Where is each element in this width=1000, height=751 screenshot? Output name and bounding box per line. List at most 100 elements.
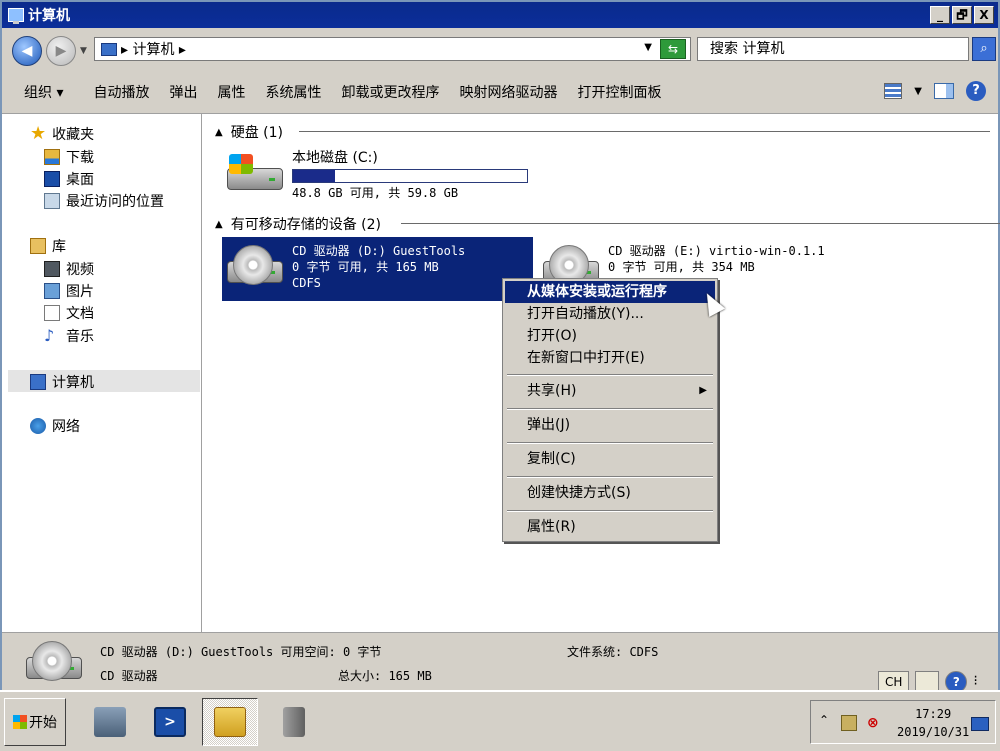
network-tray-icon[interactable] bbox=[841, 715, 857, 731]
nav-recent[interactable]: 最近访问的位置 bbox=[44, 191, 164, 211]
control-panel-button[interactable]: 打开控制面板 bbox=[567, 78, 671, 106]
nav-videos[interactable]: 视频 bbox=[44, 259, 94, 279]
uninstall-button[interactable]: 卸载或更改程序 bbox=[331, 78, 449, 106]
taskbar-server-manager[interactable] bbox=[82, 698, 138, 746]
cd-disc bbox=[32, 641, 72, 681]
music-note-icon: ♪ bbox=[44, 326, 55, 345]
drive-c[interactable]: 本地磁盘 (C:) 48.8 GB 可用, 共 59.8 GB bbox=[225, 150, 545, 204]
nav-label: 视频 bbox=[66, 262, 94, 278]
nav-label: 桌面 bbox=[66, 172, 94, 188]
autoplay-button[interactable]: 自动播放 bbox=[83, 78, 159, 106]
recent-places-icon bbox=[44, 193, 60, 209]
nav-label: 文档 bbox=[66, 306, 94, 322]
recent-pages-dropdown[interactable]: ▼ bbox=[80, 46, 87, 56]
volume-muted-icon[interactable]: ⊗ bbox=[867, 715, 883, 731]
nav-documents[interactable]: 文档 bbox=[44, 303, 94, 323]
document-icon bbox=[44, 305, 60, 321]
address-bar[interactable]: ▸ 计算机 ▸ ▼ ⇆ bbox=[94, 37, 691, 61]
menu-item-create-shortcut[interactable]: 创建快捷方式(S) bbox=[505, 482, 715, 504]
view-dropdown-icon[interactable]: ▼ bbox=[914, 86, 922, 97]
show-hidden-icons-icon[interactable]: ⌃ bbox=[819, 713, 829, 727]
nav-network[interactable]: 网络 bbox=[30, 416, 80, 436]
taskbar-program[interactable] bbox=[266, 698, 322, 746]
taskbar-powershell[interactable]: > bbox=[142, 698, 198, 746]
menu-item-open[interactable]: 打开(O) bbox=[505, 325, 715, 347]
nav-libraries[interactable]: 库 bbox=[30, 236, 66, 256]
details-filesystem: 文件系统: CDFS bbox=[567, 645, 659, 659]
eject-button[interactable]: 弹出 bbox=[159, 78, 207, 106]
nav-music[interactable]: ♪ 音乐 bbox=[44, 326, 94, 346]
help-icon[interactable]: ? bbox=[966, 81, 986, 101]
menu-item-share[interactable]: 共享(H) ▶ bbox=[505, 380, 715, 402]
nav-downloads[interactable]: 下载 bbox=[44, 147, 94, 167]
back-button[interactable]: ◀ bbox=[12, 36, 42, 66]
nav-desktop[interactable]: 桌面 bbox=[44, 169, 94, 189]
drive-name: CD 驱动器 (D:) GuestTools bbox=[292, 244, 466, 258]
cd-drive-icon bbox=[24, 639, 86, 687]
menu-separator bbox=[507, 510, 713, 512]
nav-pictures[interactable]: 图片 bbox=[44, 281, 94, 301]
group-header-hdd[interactable]: ▲ 硬盘 (1) bbox=[215, 122, 990, 142]
pictures-icon bbox=[44, 283, 60, 299]
menu-item-copy[interactable]: 复制(C) bbox=[505, 448, 715, 470]
nav-computer[interactable]: 计算机 bbox=[30, 372, 94, 392]
windows-flag-icon bbox=[13, 715, 27, 729]
forward-button[interactable]: ▶ bbox=[46, 36, 76, 66]
map-drive-button[interactable]: 映射网络驱动器 bbox=[449, 78, 567, 106]
details-pane: CD 驱动器 (D:) GuestTools 可用空间: 0 字节 CD 驱动器… bbox=[2, 632, 998, 693]
group-title: 有可移动存储的设备 (2) bbox=[230, 217, 381, 233]
hard-disk-icon bbox=[225, 150, 285, 198]
properties-button[interactable]: 属性 bbox=[207, 78, 255, 106]
close-button[interactable]: X bbox=[974, 6, 994, 24]
search-icon[interactable]: ⌕ bbox=[972, 37, 996, 61]
explorer-window: 计算机 _ 🗗 X ◀ ▶ ▼ ▸ 计算机 ▸ ▼ ⇆ 搜索 计算机 ⌕ 组织 … bbox=[0, 0, 1000, 693]
group-title: 硬盘 (1) bbox=[230, 125, 283, 141]
menu-item-properties[interactable]: 属性(R) bbox=[505, 516, 715, 538]
search-input[interactable]: 搜索 计算机 bbox=[697, 37, 969, 61]
minimize-button[interactable]: _ bbox=[930, 6, 950, 24]
address-dropdown-icon[interactable]: ▼ bbox=[644, 42, 652, 53]
nav-label: 音乐 bbox=[66, 329, 94, 345]
details-total-size: 总大小: 165 MB bbox=[338, 669, 432, 683]
start-label: 开始 bbox=[29, 715, 57, 731]
taskbar-explorer[interactable] bbox=[202, 698, 258, 746]
computer-icon bbox=[101, 42, 117, 56]
refresh-button[interactable]: ⇆ bbox=[660, 39, 686, 59]
nav-label: 网络 bbox=[52, 419, 80, 435]
title-bar[interactable]: 计算机 _ 🗗 X bbox=[2, 2, 998, 28]
group-header-removable[interactable]: ▲ 有可移动存储的设备 (2) bbox=[215, 214, 1000, 234]
collapse-icon: ▲ bbox=[215, 126, 223, 138]
clock[interactable]: 17:29 2019/10/31 bbox=[897, 705, 969, 741]
system-tray: ⌃ ⊗ 17:29 2019/10/31 bbox=[810, 700, 996, 744]
cd-drive-icon bbox=[225, 243, 285, 291]
drive-d-info: CD 驱动器 (D:) GuestTools 0 字节 可用, 共 165 MB… bbox=[292, 243, 465, 291]
group-divider bbox=[299, 131, 990, 132]
menu-item-install[interactable]: 从媒体安装或运行程序 bbox=[505, 281, 715, 303]
organize-button[interactable]: 组织 ▾ bbox=[14, 78, 73, 106]
back-arrow-icon: ◀ bbox=[21, 43, 33, 59]
context-menu: 从媒体安装或运行程序 打开自动播放(Y)... 打开(O) 在新窗口中打开(E)… bbox=[502, 278, 718, 542]
drive-filesystem: CDFS bbox=[292, 276, 321, 290]
show-desktop-icon[interactable] bbox=[971, 717, 989, 731]
details-type: CD 驱动器 bbox=[100, 669, 158, 683]
server-manager-icon bbox=[94, 707, 126, 737]
menu-item-autoplay[interactable]: 打开自动播放(Y)... bbox=[505, 303, 715, 325]
menu-item-open-new-window[interactable]: 在新窗口中打开(E) bbox=[505, 347, 715, 369]
preview-pane-icon[interactable] bbox=[934, 83, 954, 99]
nav-label: 下载 bbox=[66, 150, 94, 166]
drive-name: 本地磁盘 (C:) bbox=[292, 150, 378, 166]
maximize-button[interactable]: 🗗 bbox=[952, 6, 972, 24]
command-bar: 组织 ▾ 自动播放 弹出 属性 系统属性 卸载或更改程序 映射网络驱动器 打开控… bbox=[2, 70, 998, 114]
view-options-icon[interactable] bbox=[884, 83, 903, 99]
window-title: 计算机 bbox=[28, 8, 70, 24]
drive-d[interactable]: CD 驱动器 (D:) GuestTools 0 字节 可用, 共 165 MB… bbox=[225, 243, 525, 297]
address-path: ▸ 计算机 ▸ bbox=[121, 42, 186, 58]
nav-favorites[interactable]: ★ 收藏夹 bbox=[30, 124, 94, 144]
menu-item-eject[interactable]: 弹出(J) bbox=[505, 414, 715, 436]
drive-free-space: 48.8 GB 可用, 共 59.8 GB bbox=[292, 186, 459, 200]
drive-free-space: 0 字节 可用, 共 354 MB bbox=[608, 260, 755, 274]
capacity-fill bbox=[293, 170, 336, 182]
system-properties-button[interactable]: 系统属性 bbox=[255, 78, 331, 106]
start-button[interactable]: 开始 bbox=[4, 698, 66, 746]
desktop-icon bbox=[44, 171, 60, 187]
